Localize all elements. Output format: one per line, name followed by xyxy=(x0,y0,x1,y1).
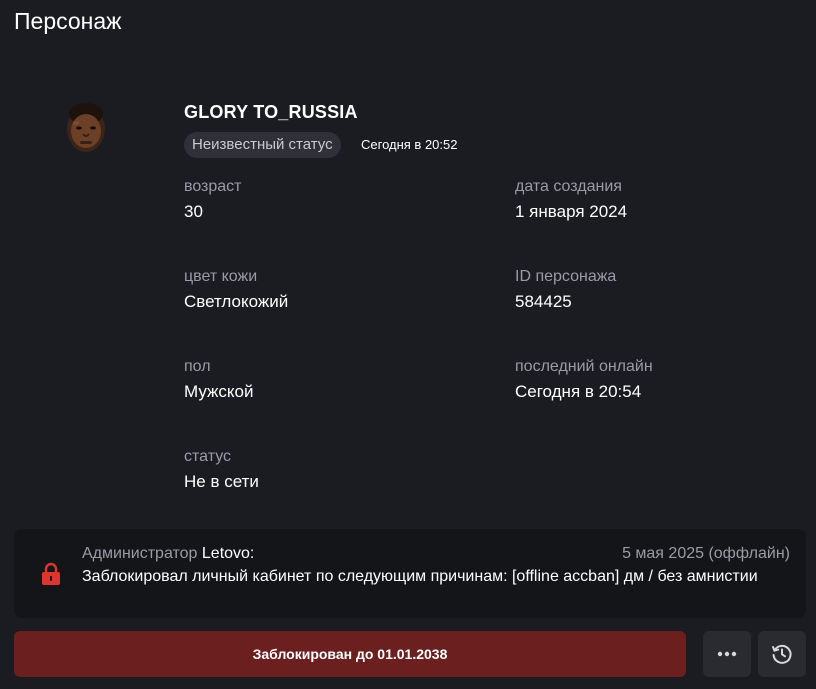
status-timestamp: Сегодня в 20:52 xyxy=(361,137,458,152)
field-label: цвет кожи xyxy=(184,268,258,285)
ban-admin-name: Letovo: xyxy=(201,545,255,562)
history-button[interactable] xyxy=(758,631,806,677)
status-badge: Неизвестный статус xyxy=(184,132,341,158)
more-button[interactable] xyxy=(703,631,751,677)
ban-notice: Администратор Letovo: 5 мая 2025 (оффлай… xyxy=(14,529,806,618)
field-status: статус Не в сети xyxy=(184,448,259,492)
field-gender: пол Мужской xyxy=(184,358,254,402)
field-label: пол xyxy=(184,358,211,375)
blocked-until-button[interactable]: Заблокирован до 01.01.2038 xyxy=(14,631,686,677)
field-age: возраст 30 xyxy=(184,178,242,222)
clock-icon xyxy=(772,644,792,664)
field-value: Светлокожий xyxy=(184,292,289,311)
field-label: статус xyxy=(184,448,232,465)
page-title: Персонаж xyxy=(14,8,122,34)
ban-reason: Заблокировал личный кабинет по следующим… xyxy=(82,568,758,585)
ban-date: 5 мая 2025 (оффлайн) xyxy=(622,545,790,562)
field-value: 584425 xyxy=(515,292,572,311)
ban-admin-prefix: Администратор xyxy=(82,545,198,562)
character-name: GLORY TO_RUSSIA xyxy=(184,102,358,122)
field-skin: цвет кожи Светлокожий xyxy=(184,268,288,312)
field-char-id: ID персонажа 584425 xyxy=(515,268,616,312)
field-created: дата создания 1 января 2024 xyxy=(515,178,627,222)
field-last-online: последний онлайн Сегодня в 20:54 xyxy=(515,358,653,402)
field-value: Мужской xyxy=(184,382,254,401)
avatar xyxy=(67,103,105,152)
more-icon xyxy=(717,651,737,657)
field-label: ID персонажа xyxy=(515,268,617,285)
field-label: возраст xyxy=(184,178,242,195)
field-label: последний онлайн xyxy=(515,358,653,375)
field-value: 30 xyxy=(184,202,203,221)
field-value: Не в сети xyxy=(184,472,259,491)
lock-icon xyxy=(42,562,60,585)
field-value: Сегодня в 20:54 xyxy=(515,382,642,401)
field-value: 1 января 2024 xyxy=(515,202,628,221)
field-label: дата создания xyxy=(515,178,622,195)
